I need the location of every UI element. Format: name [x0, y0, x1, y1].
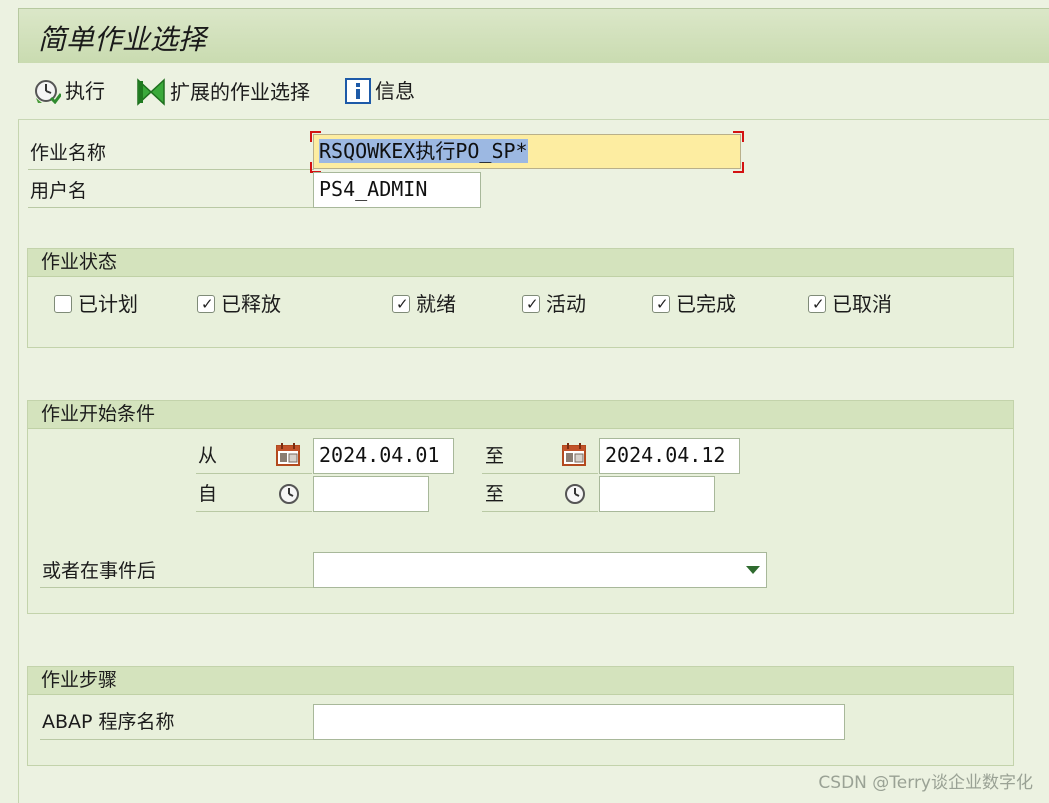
dropdown-arrow-icon[interactable]	[745, 565, 761, 575]
user-name-input[interactable]: PS4_ADMIN	[313, 172, 481, 208]
time-from-label: 自	[198, 483, 218, 505]
job-start-title: 作业开始条件	[41, 403, 156, 425]
date-from-divider	[196, 473, 312, 474]
check-mark-icon: ✓	[812, 295, 825, 313]
left-border	[18, 120, 19, 803]
checkbox-box[interactable]: ✓	[197, 295, 215, 313]
job-start-header: 作业开始条件	[28, 401, 1013, 429]
time-to-input[interactable]	[599, 476, 715, 512]
check-mark-icon: ✓	[526, 295, 539, 313]
checkbox-box[interactable]: ✓	[392, 295, 410, 313]
date-to-input[interactable]: 2024.04.12	[599, 438, 740, 474]
page-title: 简单作业选择	[38, 23, 207, 56]
checkbox-box[interactable]: ✓	[522, 295, 540, 313]
job-name-label: 作业名称	[30, 142, 107, 164]
date-from-label: 从	[198, 445, 218, 467]
checkbox-released-label: 已释放	[221, 292, 281, 316]
job-status-header: 作业状态	[28, 249, 1013, 277]
checkbox-box[interactable]: ✓	[652, 295, 670, 313]
user-name-label: 用户名	[30, 180, 88, 202]
checkbox-ready-label: 就绪	[416, 292, 456, 316]
time-to-label: 至	[485, 483, 505, 505]
abap-program-input[interactable]	[313, 704, 845, 740]
checkbox-box[interactable]: ✓	[808, 295, 826, 313]
info-icon	[345, 78, 371, 104]
focus-corner	[733, 162, 744, 173]
job-name-divider	[28, 169, 314, 170]
clock-execute-icon	[35, 80, 61, 104]
checkbox-planned[interactable]: 已计划	[54, 292, 138, 316]
time-from-input[interactable]	[313, 476, 429, 512]
event-select[interactable]	[313, 552, 767, 588]
extended-job-selection-button[interactable]: 扩展的作业选择	[136, 78, 310, 106]
date-from-input[interactable]: 2024.04.01	[313, 438, 454, 474]
checkbox-box[interactable]	[54, 295, 72, 313]
check-mark-icon: ✓	[656, 295, 669, 313]
checkbox-active[interactable]: ✓ 活动	[522, 292, 586, 316]
event-label: 或者在事件后	[42, 560, 157, 582]
abap-program-label: ABAP 程序名称	[42, 711, 175, 733]
abap-program-divider	[40, 739, 313, 740]
job-step-title: 作业步骤	[41, 669, 118, 691]
bowtie-extended-icon	[137, 78, 165, 106]
date-to-divider	[482, 473, 598, 474]
date-from-value: 2024.04.01	[319, 443, 440, 467]
checkbox-planned-label: 已计划	[78, 292, 138, 316]
check-mark-icon: ✓	[201, 295, 214, 313]
checkbox-finished[interactable]: ✓ 已完成	[652, 292, 736, 316]
checkbox-canceled[interactable]: ✓ 已取消	[808, 292, 892, 316]
job-name-input[interactable]: RSQOWKEX执行PO_SP*	[313, 134, 741, 169]
time-from-divider	[196, 511, 312, 512]
checkbox-ready[interactable]: ✓ 就绪	[392, 292, 456, 316]
calendar-icon[interactable]	[276, 443, 302, 467]
check-mark-icon: ✓	[396, 295, 409, 313]
checkbox-released[interactable]: ✓ 已释放	[197, 292, 281, 316]
clock-icon[interactable]	[278, 483, 300, 505]
checkbox-finished-label: 已完成	[676, 292, 736, 316]
extended-job-selection-label: 扩展的作业选择	[170, 80, 310, 104]
user-name-value: PS4_ADMIN	[319, 177, 428, 201]
calendar-icon[interactable]	[562, 443, 588, 467]
checkbox-active-label: 活动	[546, 292, 586, 316]
job-step-header: 作业步骤	[28, 667, 1013, 695]
date-to-label: 至	[485, 445, 505, 467]
checkbox-canceled-label: 已取消	[832, 292, 892, 316]
info-label: 信息	[375, 79, 415, 103]
watermark: CSDN @Terry谈企业数字化	[818, 773, 1033, 793]
info-button[interactable]: 信息	[345, 78, 415, 104]
job-name-value: RSQOWKEX执行PO_SP*	[319, 139, 528, 163]
user-name-divider	[28, 207, 314, 208]
focus-corner	[733, 131, 744, 142]
event-divider	[40, 587, 313, 588]
date-to-value: 2024.04.12	[605, 443, 726, 467]
execute-button[interactable]: 执行	[33, 78, 105, 104]
clock-icon[interactable]	[564, 483, 586, 505]
job-status-title: 作业状态	[41, 251, 118, 273]
time-to-divider	[482, 511, 598, 512]
focus-corner	[310, 131, 321, 142]
execute-label: 执行	[65, 79, 105, 103]
